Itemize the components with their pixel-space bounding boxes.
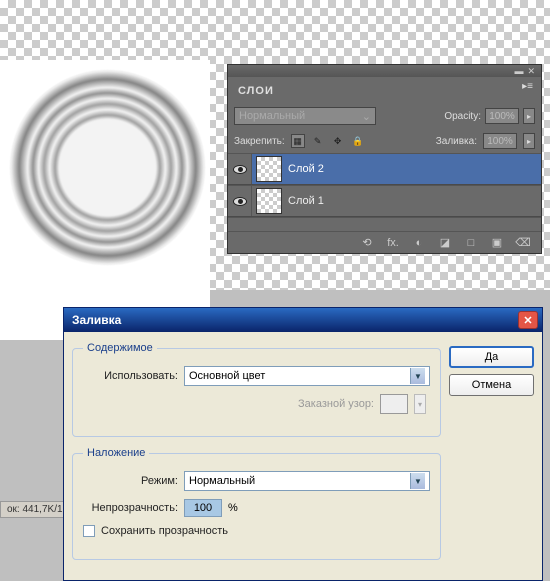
- lock-pixels-icon[interactable]: ✎: [311, 134, 325, 148]
- mode-select[interactable]: Нормальный ▼: [184, 471, 430, 491]
- contents-group: Содержимое Использовать: Основной цвет ▼…: [72, 342, 441, 437]
- delete-layer-icon[interactable]: ⌫: [515, 236, 531, 249]
- fill-opacity-value[interactable]: 100%: [483, 133, 517, 149]
- blending-legend: Наложение: [83, 447, 149, 459]
- pattern-flyout-icon: ▾: [414, 394, 426, 414]
- layer-name[interactable]: Слой 1: [288, 195, 324, 207]
- opacity-flyout-icon[interactable]: ▸: [523, 108, 535, 124]
- layer-name[interactable]: Слой 2: [288, 163, 324, 175]
- chevron-down-icon: ▼: [410, 473, 425, 489]
- blending-group: Наложение Режим: Нормальный ▼ Непрозрачн…: [72, 447, 441, 560]
- minimize-palette-icon[interactable]: ▬: [514, 66, 523, 76]
- layer-mask-icon[interactable]: ◐: [411, 237, 427, 249]
- mode-label: Режим:: [83, 475, 178, 487]
- palette-footer: ⟲ fx. ◐ ◪ □ ▣ ⌫: [228, 231, 541, 253]
- dialog-title: Заливка: [68, 313, 518, 327]
- layer-row[interactable]: Слой 1: [228, 185, 541, 217]
- layer-row[interactable]: Слой 2: [228, 153, 541, 185]
- lock-position-icon[interactable]: ✥: [331, 134, 345, 148]
- chevron-down-icon: ▼: [410, 368, 425, 384]
- eye-icon: [233, 197, 247, 206]
- mode-value: Нормальный: [189, 475, 410, 487]
- cancel-button[interactable]: Отмена: [449, 374, 534, 396]
- percent-symbol: %: [228, 502, 238, 514]
- fill-flyout-icon[interactable]: ▸: [523, 133, 535, 149]
- layer-list: Слой 2 Слой 1: [228, 153, 541, 231]
- stamp-artwork: [10, 70, 205, 265]
- opacity-value[interactable]: 100%: [485, 108, 519, 124]
- custom-pattern-label: Заказной узор:: [298, 398, 374, 410]
- dialog-titlebar[interactable]: Заливка ✕: [64, 308, 542, 332]
- palette-tabs: СЛОИ ▸≡: [228, 77, 541, 103]
- eye-icon: [233, 165, 247, 174]
- use-label: Использовать:: [83, 370, 178, 382]
- layer-thumbnail[interactable]: [256, 156, 282, 182]
- lock-label: Закрепить:: [234, 136, 285, 147]
- close-icon[interactable]: ✕: [518, 311, 538, 329]
- group-icon[interactable]: □: [463, 237, 479, 249]
- visibility-toggle[interactable]: [228, 154, 252, 184]
- lock-transparency-icon[interactable]: ▦: [291, 134, 305, 148]
- blend-mode-value: Нормальный: [239, 110, 305, 122]
- layer-style-icon[interactable]: fx.: [385, 237, 401, 249]
- use-value: Основной цвет: [189, 370, 410, 382]
- lock-all-icon[interactable]: 🔒: [351, 134, 365, 148]
- adjustment-layer-icon[interactable]: ◪: [437, 236, 453, 249]
- dlg-opacity-label: Непрозрачность:: [83, 502, 178, 514]
- new-layer-icon[interactable]: ▣: [489, 236, 505, 249]
- palette-menu-icon[interactable]: ▸≡: [522, 81, 533, 92]
- layers-palette: ▬ ✕ СЛОИ ▸≡ Нормальный ⌄ Opacity: 100% ▸…: [227, 64, 542, 254]
- opacity-label: Opacity:: [444, 111, 481, 122]
- use-select[interactable]: Основной цвет ▼: [184, 366, 430, 386]
- palette-titlebar[interactable]: ▬ ✕: [228, 65, 541, 77]
- chevron-down-icon: ⌄: [362, 110, 371, 123]
- blend-mode-select[interactable]: Нормальный ⌄: [234, 107, 376, 125]
- pattern-swatch: [380, 394, 408, 414]
- preserve-transparency-label: Сохранить прозрачность: [101, 525, 228, 537]
- ok-button[interactable]: Да: [449, 346, 534, 368]
- dlg-opacity-input[interactable]: 100: [184, 499, 222, 517]
- link-layers-icon[interactable]: ⟲: [359, 236, 375, 249]
- fill-opacity-label: Заливка:: [436, 136, 477, 147]
- fill-dialog: Заливка ✕ Содержимое Использовать: Основ…: [63, 307, 543, 581]
- contents-legend: Содержимое: [83, 342, 157, 354]
- preserve-transparency-checkbox[interactable]: [83, 525, 95, 537]
- layer-list-empty: [228, 217, 541, 231]
- close-palette-icon[interactable]: ✕: [527, 66, 535, 77]
- visibility-toggle[interactable]: [228, 186, 252, 216]
- tab-layers[interactable]: СЛОИ: [236, 83, 284, 97]
- layer-thumbnail[interactable]: [256, 188, 282, 214]
